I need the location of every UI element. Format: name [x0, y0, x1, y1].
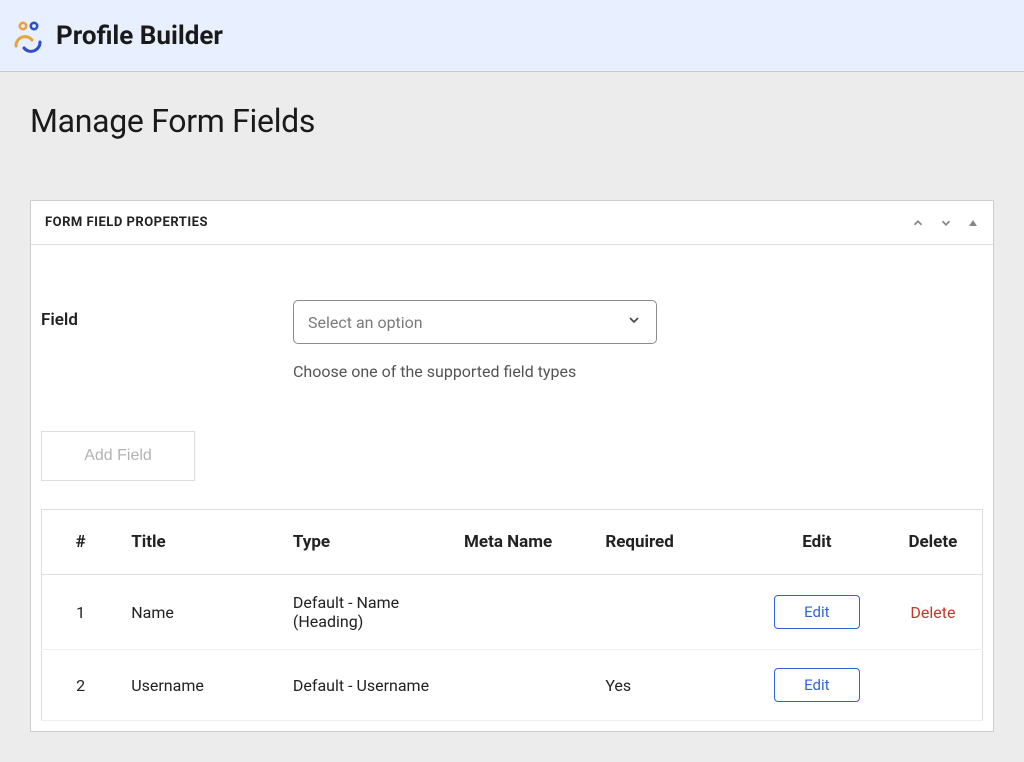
panel-move-down-icon[interactable]: [939, 216, 953, 230]
panel-move-up-icon[interactable]: [911, 216, 925, 230]
app-header: Profile Builder: [0, 0, 1024, 72]
page-content: Manage Form Fields FORM FIELD PROPERTIES…: [0, 72, 1024, 762]
col-header-delete: Delete: [884, 510, 983, 575]
cell-num: 1: [42, 575, 120, 650]
cell-title: Name: [119, 575, 281, 650]
cell-type: Default - Name (Heading): [281, 575, 452, 650]
panel-body: Field Select an option Choose one of the…: [31, 245, 993, 731]
edit-button[interactable]: Edit: [774, 668, 860, 702]
cell-meta: [452, 575, 593, 650]
cell-edit: Edit: [750, 575, 884, 650]
panel-collapse-icon[interactable]: [967, 217, 979, 229]
col-header-meta: Meta Name: [452, 510, 593, 575]
field-label: Field: [41, 300, 293, 330]
app-logo-icon: [10, 18, 46, 54]
col-header-type: Type: [281, 510, 452, 575]
fields-table: # Title Type Meta Name Required Edit Del…: [41, 509, 983, 721]
app-logo-wrap: Profile Builder: [10, 18, 223, 54]
field-control-wrap: Select an option Choose one of the suppo…: [293, 300, 657, 381]
col-header-edit: Edit: [750, 510, 884, 575]
panel-header-title: FORM FIELD PROPERTIES: [45, 215, 208, 230]
delete-link[interactable]: Delete: [910, 603, 955, 622]
panel-header-actions: [911, 216, 979, 230]
cell-meta: [452, 650, 593, 721]
add-field-button[interactable]: Add Field: [41, 431, 195, 481]
cell-delete: Delete: [884, 575, 983, 650]
field-helper-text: Choose one of the supported field types: [293, 362, 657, 381]
form-field-properties-panel: FORM FIELD PROPERTIES Field Select an op…: [30, 200, 994, 732]
cell-edit: Edit: [750, 650, 884, 721]
cell-title: Username: [119, 650, 281, 721]
chevron-down-icon: [626, 312, 642, 332]
col-header-required: Required: [593, 510, 750, 575]
cell-type: Default - Username: [281, 650, 452, 721]
cell-required: [593, 575, 750, 650]
table-row: 2 Username Default - Username Yes Edit: [42, 650, 983, 721]
field-type-select[interactable]: Select an option: [293, 300, 657, 344]
select-placeholder: Select an option: [308, 313, 423, 332]
table-header-row: # Title Type Meta Name Required Edit Del…: [42, 510, 983, 575]
edit-button[interactable]: Edit: [774, 595, 860, 629]
cell-delete: [884, 650, 983, 721]
page-title: Manage Form Fields: [30, 102, 994, 140]
table-row: 1 Name Default - Name (Heading) Edit Del…: [42, 575, 983, 650]
col-header-num: #: [42, 510, 120, 575]
cell-num: 2: [42, 650, 120, 721]
col-header-title: Title: [119, 510, 281, 575]
panel-header: FORM FIELD PROPERTIES: [31, 201, 993, 245]
app-title: Profile Builder: [56, 21, 223, 51]
cell-required: Yes: [593, 650, 750, 721]
field-row: Field Select an option Choose one of the…: [41, 300, 983, 381]
